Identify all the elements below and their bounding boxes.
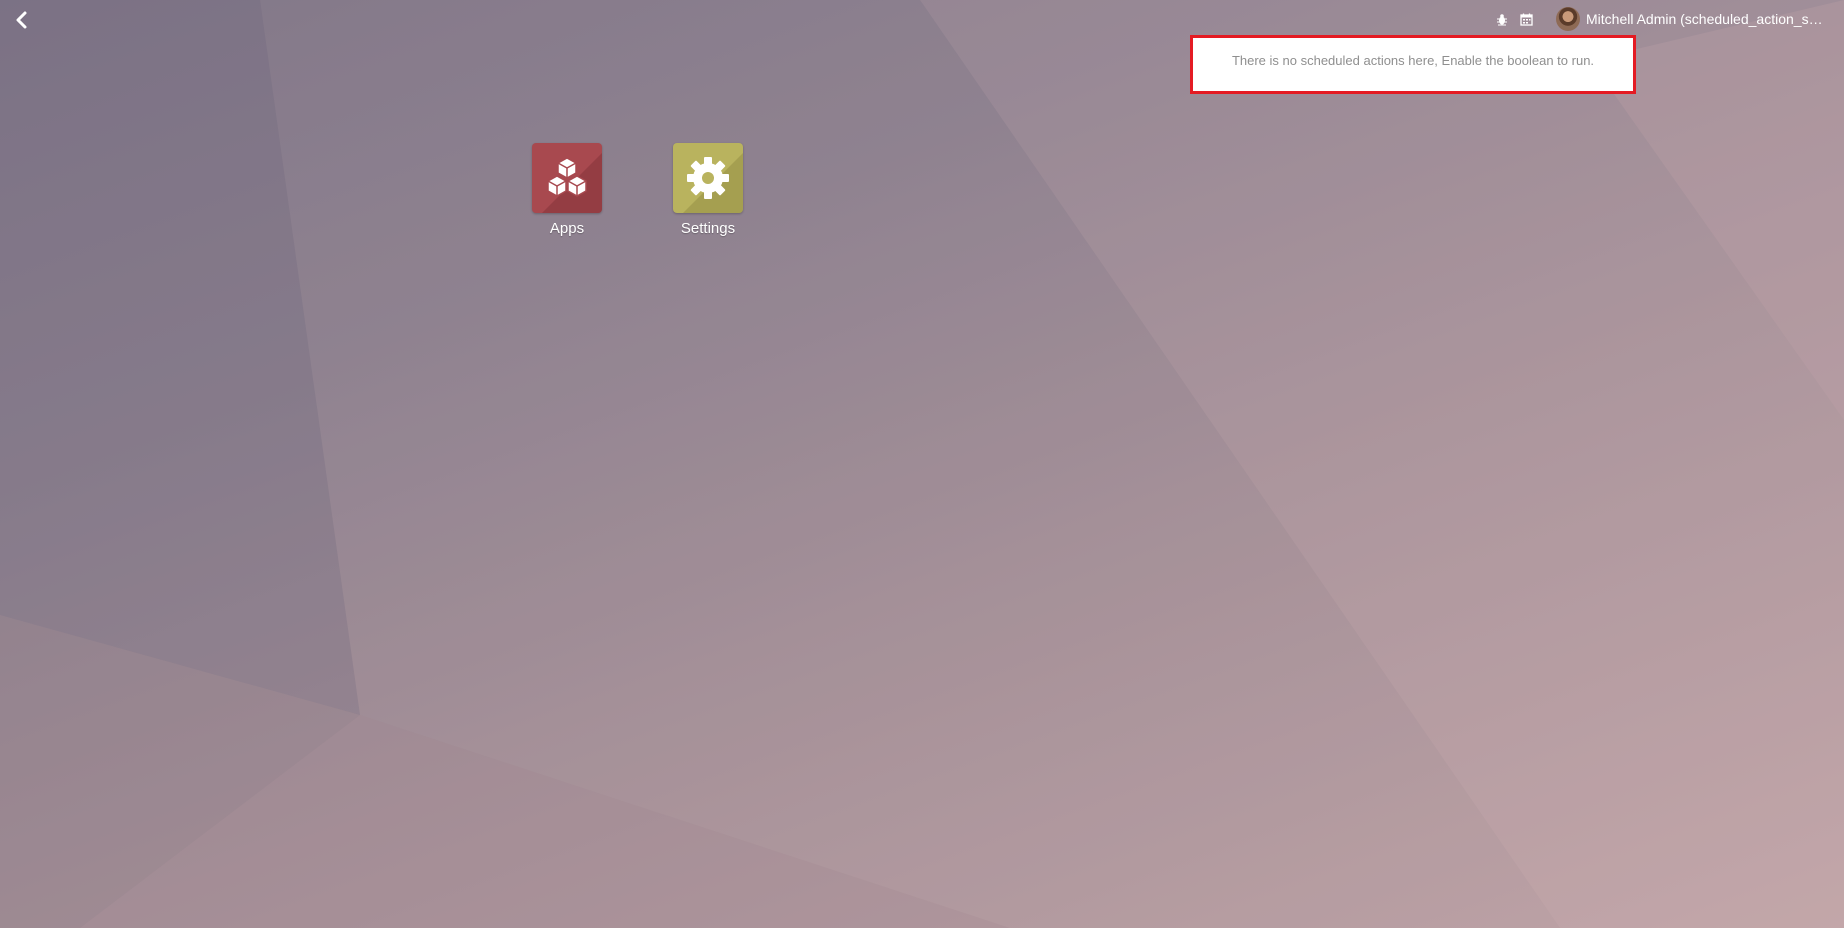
gear-icon [683,153,743,213]
app-icon-settings [673,143,743,213]
chevron-left-icon [16,11,27,29]
systray: Mitchell Admin (scheduled_action_shor… [1494,0,1844,38]
bug-icon [1497,13,1507,25]
avatar [1556,7,1580,31]
app-label-apps: Apps [549,220,585,237]
app-label-settings: Settings [680,220,736,237]
background-shapes [0,0,1844,928]
scheduled-actions-dropdown: There is no scheduled actions here, Enab… [1190,35,1636,94]
app-tile-settings[interactable]: Settings [658,143,758,237]
cubes-icon [542,153,602,213]
calendar-icon [1519,13,1533,26]
user-name: Mitchell Admin (scheduled_action_shor… [1586,11,1826,27]
app-icon-apps [532,143,602,213]
app-tile-apps[interactable]: Apps [517,143,617,237]
no-scheduled-actions-message: There is no scheduled actions here, Enab… [1231,53,1595,68]
calendar-menu-toggle[interactable] [1518,11,1534,27]
debug-menu-toggle[interactable] [1494,11,1510,27]
back-button[interactable] [10,8,32,32]
user-menu[interactable]: Mitchell Admin (scheduled_action_shor… [1556,7,1826,31]
home-background [0,0,1844,928]
